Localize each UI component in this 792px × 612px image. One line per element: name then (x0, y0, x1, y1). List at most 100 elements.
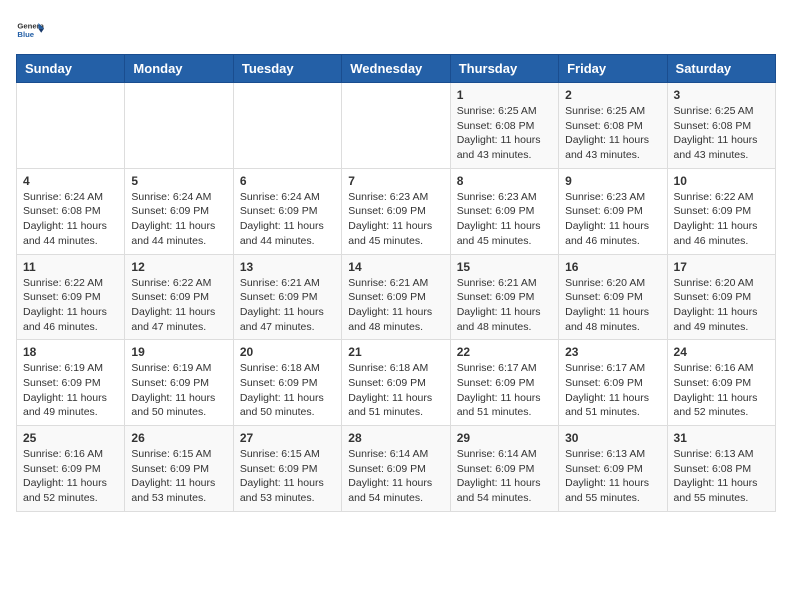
calendar-cell: 1 Sunrise: 6:25 AMSunset: 6:08 PMDaylight… (450, 83, 558, 169)
cell-content: Sunrise: 6:13 AMSunset: 6:08 PMDaylight:… (674, 447, 769, 506)
cell-content: Sunrise: 6:18 AMSunset: 6:09 PMDaylight:… (348, 361, 443, 420)
calendar-cell: 11Sunrise: 6:22 AMSunset: 6:09 PMDayligh… (17, 254, 125, 340)
day-number: 11 (23, 260, 118, 274)
day-number: 29 (457, 431, 552, 445)
cell-content: Sunrise: 6:25 AMSunset: 6:08 PMDaylight:… (674, 104, 769, 163)
weekday-header-saturday: Saturday (667, 55, 775, 83)
cell-content: Sunrise: 6:13 AMSunset: 6:09 PMDaylight:… (565, 447, 660, 506)
cell-content: Sunrise: 6:21 AMSunset: 6:09 PMDaylight:… (348, 276, 443, 335)
day-number: 14 (348, 260, 443, 274)
cell-content: Sunrise: 6:24 AMSunset: 6:09 PMDaylight:… (240, 190, 335, 249)
day-number: 27 (240, 431, 335, 445)
calendar-week-row: 11 Sunrise: 6:22 AMSunset: 6:09 PMDayligh… (17, 254, 776, 340)
weekday-header-monday: Monday (125, 55, 233, 83)
cell-content: Sunrise: 6:19 AMSunset: 6:09 PMDaylight:… (131, 361, 226, 420)
day-number: 15 (457, 260, 552, 274)
day-number: 4 (23, 174, 118, 188)
day-number: 21 (348, 345, 443, 359)
day-number: 1 (457, 88, 552, 102)
calendar-cell: 28 Sunrise: 6:14 AMSunset: 6:09 PMDayligh… (342, 426, 450, 512)
calendar-week-row: 1 Sunrise: 6:25 AMSunset: 6:08 PMDaylight… (17, 83, 776, 169)
calendar-cell (342, 83, 450, 169)
cell-content: Sunrise: 6:14 AMSunset: 6:09 PMDaylight:… (348, 447, 443, 506)
cell-content: Sunrise: 6:20 AMSunset: 6:09 PMDaylight:… (565, 276, 660, 335)
day-number: 5 (131, 174, 226, 188)
calendar-cell: 17Sunrise: 6:20 AMSunset: 6:09 PMDayligh… (667, 254, 775, 340)
calendar-cell: 26 Sunrise: 6:15 AMSunset: 6:09 PMDayligh… (125, 426, 233, 512)
calendar-week-row: 18 Sunrise: 6:19 AMSunset: 6:09 PMDayligh… (17, 340, 776, 426)
day-number: 23 (565, 345, 660, 359)
calendar-cell: 2 Sunrise: 6:25 AMSunset: 6:08 PMDaylight… (559, 83, 667, 169)
day-number: 24 (674, 345, 769, 359)
cell-content: Sunrise: 6:21 AMSunset: 6:09 PMDaylight:… (240, 276, 335, 335)
calendar-table: SundayMondayTuesdayWednesdayThursdayFrid… (16, 54, 776, 512)
calendar-cell: 14 Sunrise: 6:21 AMSunset: 6:09 PMDayligh… (342, 254, 450, 340)
calendar-cell: 9Sunrise: 6:23 AMSunset: 6:09 PMDaylight… (559, 168, 667, 254)
calendar-cell: 8Sunrise: 6:23 AMSunset: 6:09 PMDaylight… (450, 168, 558, 254)
calendar-cell (233, 83, 341, 169)
calendar-cell: 4 Sunrise: 6:24 AMSunset: 6:08 PMDaylight… (17, 168, 125, 254)
day-number: 25 (23, 431, 118, 445)
cell-content: Sunrise: 6:17 AMSunset: 6:09 PMDaylight:… (565, 361, 660, 420)
page-header: General Blue (16, 16, 776, 44)
calendar-cell: 29 Sunrise: 6:14 AMSunset: 6:09 PMDayligh… (450, 426, 558, 512)
day-number: 19 (131, 345, 226, 359)
calendar-cell: 30 Sunrise: 6:13 AMSunset: 6:09 PMDayligh… (559, 426, 667, 512)
cell-content: Sunrise: 6:16 AMSunset: 6:09 PMDaylight:… (23, 447, 118, 506)
calendar-cell (17, 83, 125, 169)
calendar-week-row: 25 Sunrise: 6:16 AMSunset: 6:09 PMDayligh… (17, 426, 776, 512)
svg-text:Blue: Blue (17, 30, 34, 39)
calendar-cell: 31 Sunrise: 6:13 AMSunset: 6:08 PMDayligh… (667, 426, 775, 512)
cell-content: Sunrise: 6:14 AMSunset: 6:09 PMDaylight:… (457, 447, 552, 506)
cell-content: Sunrise: 6:22 AMSunset: 6:09 PMDaylight:… (131, 276, 226, 335)
calendar-cell: 13 Sunrise: 6:21 AMSunset: 6:09 PMDayligh… (233, 254, 341, 340)
cell-content: Sunrise: 6:25 AMSunset: 6:08 PMDaylight:… (565, 104, 660, 163)
weekday-header-thursday: Thursday (450, 55, 558, 83)
day-number: 22 (457, 345, 552, 359)
calendar-week-row: 4 Sunrise: 6:24 AMSunset: 6:08 PMDaylight… (17, 168, 776, 254)
day-number: 10 (674, 174, 769, 188)
cell-content: Sunrise: 6:19 AMSunset: 6:09 PMDaylight:… (23, 361, 118, 420)
calendar-cell: 7 Sunrise: 6:23 AMSunset: 6:09 PMDaylight… (342, 168, 450, 254)
day-number: 17 (674, 260, 769, 274)
day-number: 31 (674, 431, 769, 445)
cell-content: Sunrise: 6:24 AMSunset: 6:08 PMDaylight:… (23, 190, 118, 249)
day-number: 26 (131, 431, 226, 445)
day-number: 9 (565, 174, 660, 188)
weekday-header-wednesday: Wednesday (342, 55, 450, 83)
calendar-cell: 6Sunrise: 6:24 AMSunset: 6:09 PMDaylight… (233, 168, 341, 254)
weekday-header-tuesday: Tuesday (233, 55, 341, 83)
day-number: 18 (23, 345, 118, 359)
calendar-cell: 19 Sunrise: 6:19 AMSunset: 6:09 PMDayligh… (125, 340, 233, 426)
cell-content: Sunrise: 6:15 AMSunset: 6:09 PMDaylight:… (131, 447, 226, 506)
cell-content: Sunrise: 6:23 AMSunset: 6:09 PMDaylight:… (348, 190, 443, 249)
calendar-cell: 27Sunrise: 6:15 AMSunset: 6:09 PMDayligh… (233, 426, 341, 512)
day-number: 7 (348, 174, 443, 188)
calendar-cell: 20Sunrise: 6:18 AMSunset: 6:09 PMDayligh… (233, 340, 341, 426)
calendar-cell: 25 Sunrise: 6:16 AMSunset: 6:09 PMDayligh… (17, 426, 125, 512)
day-number: 13 (240, 260, 335, 274)
cell-content: Sunrise: 6:18 AMSunset: 6:09 PMDaylight:… (240, 361, 335, 420)
calendar-cell: 23 Sunrise: 6:17 AMSunset: 6:09 PMDayligh… (559, 340, 667, 426)
cell-content: Sunrise: 6:25 AMSunset: 6:08 PMDaylight:… (457, 104, 552, 163)
weekday-header-sunday: Sunday (17, 55, 125, 83)
calendar-cell: 5 Sunrise: 6:24 AMSunset: 6:09 PMDaylight… (125, 168, 233, 254)
logo[interactable]: General Blue (16, 16, 48, 44)
calendar-cell: 22Sunrise: 6:17 AMSunset: 6:09 PMDayligh… (450, 340, 558, 426)
calendar-cell: 18 Sunrise: 6:19 AMSunset: 6:09 PMDayligh… (17, 340, 125, 426)
day-number: 16 (565, 260, 660, 274)
weekday-header-friday: Friday (559, 55, 667, 83)
calendar-cell: 21 Sunrise: 6:18 AMSunset: 6:09 PMDayligh… (342, 340, 450, 426)
day-number: 2 (565, 88, 660, 102)
calendar-cell: 15 Sunrise: 6:21 AMSunset: 6:09 PMDayligh… (450, 254, 558, 340)
calendar-cell: 10 Sunrise: 6:22 AMSunset: 6:09 PMDayligh… (667, 168, 775, 254)
calendar-cell (125, 83, 233, 169)
cell-content: Sunrise: 6:24 AMSunset: 6:09 PMDaylight:… (131, 190, 226, 249)
cell-content: Sunrise: 6:21 AMSunset: 6:09 PMDaylight:… (457, 276, 552, 335)
day-number: 30 (565, 431, 660, 445)
calendar-cell: 16 Sunrise: 6:20 AMSunset: 6:09 PMDayligh… (559, 254, 667, 340)
day-number: 28 (348, 431, 443, 445)
cell-content: Sunrise: 6:22 AMSunset: 6:09 PMDaylight:… (674, 190, 769, 249)
calendar-cell: 24Sunrise: 6:16 AMSunset: 6:09 PMDayligh… (667, 340, 775, 426)
calendar-cell: 12Sunrise: 6:22 AMSunset: 6:09 PMDayligh… (125, 254, 233, 340)
